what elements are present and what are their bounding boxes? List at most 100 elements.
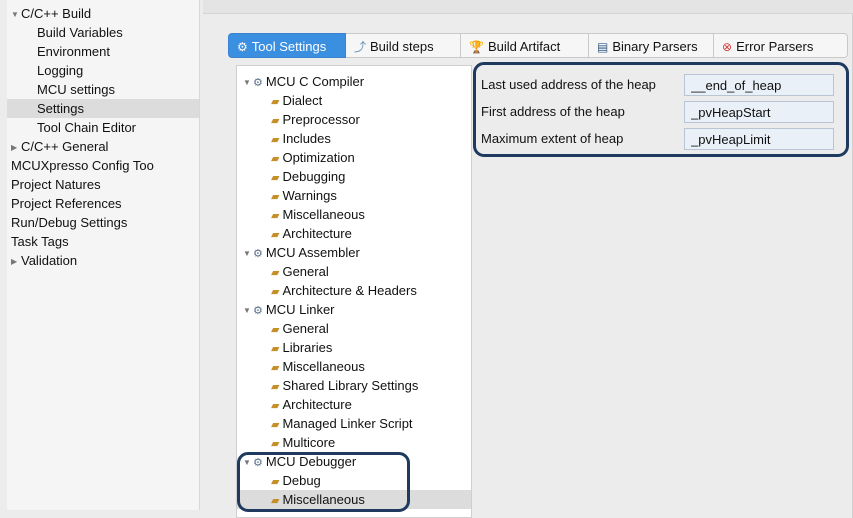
title-strip bbox=[203, 0, 853, 14]
tree-item-optimization[interactable]: ▰ Optimization bbox=[237, 148, 471, 167]
option-category-icon: ▰ bbox=[271, 229, 280, 241]
option-category-icon: ▰ bbox=[271, 400, 280, 412]
tree-node-mcu-c-compiler[interactable]: ▼ ⚙ MCU C Compiler bbox=[237, 72, 471, 92]
tab-build-artifact[interactable]: 🏆 Build Artifact bbox=[461, 33, 589, 58]
expand-down-icon[interactable]: ▼ bbox=[243, 301, 253, 320]
nav-item-label: Run/Debug Settings bbox=[11, 215, 128, 230]
option-category-icon: ▰ bbox=[271, 191, 280, 203]
tree-item-label: Debug bbox=[282, 473, 321, 488]
tab-label: Error Parsers bbox=[736, 39, 814, 54]
tree-item-label: Dialect bbox=[282, 93, 323, 108]
tab-label: Binary Parsers bbox=[612, 39, 698, 54]
tree-item-preprocessor[interactable]: ▰ Preprocessor bbox=[237, 110, 471, 129]
nav-item-label: Task Tags bbox=[11, 234, 69, 249]
error-parsers-icon: ⊗ bbox=[722, 40, 733, 54]
option-category-icon: ▰ bbox=[271, 419, 280, 431]
tree-item-miscellaneous-selected[interactable]: ▰ Miscellaneous bbox=[237, 490, 471, 509]
expand-right-icon[interactable]: ▶ bbox=[11, 138, 21, 157]
tree-node-mcu-linker[interactable]: ▼ ⚙ MCU Linker bbox=[237, 300, 471, 320]
nav-item-cpp-general[interactable]: ▶ C/C++ General bbox=[11, 137, 108, 156]
nav-item-validation[interactable]: ▶ Validation bbox=[11, 251, 77, 270]
option-category-icon: ▰ bbox=[271, 267, 280, 279]
option-category-icon: ▰ bbox=[271, 362, 280, 374]
tree-node-mcu-debugger[interactable]: ▼ ⚙ MCU Debugger bbox=[237, 452, 471, 472]
nav-item-run-debug-settings[interactable]: Run/Debug Settings bbox=[11, 213, 127, 232]
tree-item-label: Warnings bbox=[282, 188, 337, 203]
nav-item-mcuxpresso-config[interactable]: MCUXpresso Config Too bbox=[11, 156, 154, 175]
nav-item-project-references[interactable]: Project References bbox=[11, 194, 122, 213]
tool-gear-icon: ⚙ bbox=[253, 305, 263, 317]
tree-item-dialect[interactable]: ▰ Dialect bbox=[237, 91, 471, 110]
nav-item-label: Logging bbox=[37, 63, 84, 78]
tree-node-label: MCU Assembler bbox=[265, 245, 360, 260]
heap-limit-field[interactable] bbox=[684, 128, 834, 150]
option-category-icon: ▰ bbox=[271, 210, 280, 222]
expand-down-icon[interactable]: ▼ bbox=[243, 453, 253, 472]
option-category-icon: ▰ bbox=[271, 172, 280, 184]
option-category-icon: ▰ bbox=[271, 286, 280, 298]
option-category-icon: ▰ bbox=[271, 381, 280, 393]
option-category-icon: ▰ bbox=[271, 134, 280, 146]
heap-end-row: Last used address of the heap bbox=[475, 73, 851, 97]
tab-build-steps[interactable]: ⤴ Build steps bbox=[346, 33, 461, 58]
tree-item-label: Preprocessor bbox=[282, 112, 360, 127]
expand-down-icon[interactable]: ▼ bbox=[11, 5, 21, 24]
tree-node-label: MCU Debugger bbox=[265, 454, 357, 469]
nav-item-label: Build Variables bbox=[37, 25, 123, 40]
tree-item-debugging[interactable]: ▰ Debugging bbox=[237, 167, 471, 186]
nav-item-label: C/C++ Build bbox=[21, 6, 92, 21]
heap-end-field[interactable] bbox=[684, 74, 834, 96]
tool-settings-icon: ⚙ bbox=[237, 40, 248, 54]
tree-item-general[interactable]: ▰ General bbox=[237, 262, 471, 281]
option-category-icon: ▰ bbox=[271, 324, 280, 336]
nav-item-settings[interactable]: Settings bbox=[7, 99, 199, 118]
expand-down-icon[interactable]: ▼ bbox=[243, 73, 253, 92]
nav-item-environment[interactable]: Environment bbox=[37, 42, 110, 61]
nav-item-cpp-build[interactable]: ▼ C/C++ Build bbox=[11, 4, 91, 23]
heap-start-field[interactable] bbox=[684, 101, 834, 123]
tree-item-architecture-headers[interactable]: ▰ Architecture & Headers bbox=[237, 281, 471, 300]
tree-item-label: Architecture & Headers bbox=[282, 283, 417, 298]
expand-down-icon[interactable]: ▼ bbox=[243, 244, 253, 263]
tab-tool-settings[interactable]: ⚙ Tool Settings bbox=[228, 33, 346, 58]
tab-error-parsers[interactable]: ⊗ Error Parsers bbox=[714, 33, 848, 58]
tree-item-miscellaneous[interactable]: ▰ Miscellaneous bbox=[237, 205, 471, 224]
tab-label: Build steps bbox=[370, 39, 434, 54]
nav-item-project-natures[interactable]: Project Natures bbox=[11, 175, 101, 194]
nav-item-tool-chain-editor[interactable]: Tool Chain Editor bbox=[37, 118, 136, 137]
tree-node-mcu-assembler[interactable]: ▼ ⚙ MCU Assembler bbox=[237, 243, 471, 263]
tree-item-libraries[interactable]: ▰ Libraries bbox=[237, 338, 471, 357]
option-category-icon: ▰ bbox=[271, 343, 280, 355]
tab-binary-parsers[interactable]: ▤ Binary Parsers bbox=[589, 33, 714, 58]
tree-item-label: Architecture bbox=[282, 226, 352, 241]
heap-limit-label: Maximum extent of heap bbox=[481, 131, 624, 146]
tree-item-architecture[interactable]: ▰ Architecture bbox=[237, 224, 471, 243]
option-category-icon: ▰ bbox=[271, 438, 280, 450]
tab-label: Tool Settings bbox=[251, 39, 327, 54]
tree-item-label: General bbox=[282, 321, 329, 336]
tree-item-debug[interactable]: ▰ Debug bbox=[237, 471, 471, 490]
nav-item-logging[interactable]: Logging bbox=[37, 61, 83, 80]
tool-gear-icon: ⚙ bbox=[253, 77, 263, 89]
tree-item-shared-library-settings[interactable]: ▰ Shared Library Settings bbox=[237, 376, 471, 395]
heap-end-label: Last used address of the heap bbox=[481, 77, 656, 92]
tree-item-label: Miscellaneous bbox=[282, 359, 365, 374]
nav-item-task-tags[interactable]: Task Tags bbox=[11, 232, 69, 251]
expand-right-icon[interactable]: ▶ bbox=[11, 252, 21, 271]
tree-item-managed-linker-script[interactable]: ▰ Managed Linker Script bbox=[237, 414, 471, 433]
heap-settings-panel: Last used address of the heap First addr… bbox=[475, 65, 851, 155]
tree-item-miscellaneous[interactable]: ▰ Miscellaneous bbox=[237, 357, 471, 376]
tree-item-architecture[interactable]: ▰ Architecture bbox=[237, 395, 471, 414]
binary-parsers-icon: ▤ bbox=[597, 40, 609, 54]
tree-item-label: Shared Library Settings bbox=[282, 378, 419, 393]
tree-item-includes[interactable]: ▰ Includes bbox=[237, 129, 471, 148]
nav-item-build-variables[interactable]: Build Variables bbox=[37, 23, 123, 42]
tree-node-label: MCU Linker bbox=[265, 302, 335, 317]
tool-settings-tree: ▼ ⚙ MCU C Compiler ▰ Dialect ▰ Preprocessor … bbox=[236, 65, 472, 518]
tree-item-general[interactable]: ▰ General bbox=[237, 319, 471, 338]
tree-item-warnings[interactable]: ▰ Warnings bbox=[237, 186, 471, 205]
nav-item-mcu-settings[interactable]: MCU settings bbox=[37, 80, 115, 99]
nav-item-label: C/C++ General bbox=[21, 139, 109, 154]
properties-nav-tree: ▼ C/C++ Build Build Variables Environment… bbox=[7, 0, 200, 510]
tree-item-multicore[interactable]: ▰ Multicore bbox=[237, 433, 471, 452]
